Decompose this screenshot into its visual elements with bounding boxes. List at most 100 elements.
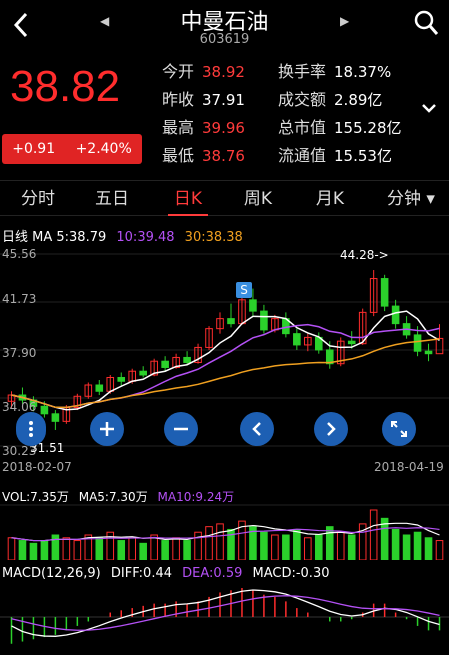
volume-bar (314, 534, 323, 560)
tab-3[interactable]: 周K (228, 181, 288, 217)
ma5-label: 日线 MA 5: (2, 230, 70, 245)
stock-code: 603619 (199, 32, 250, 47)
y-axis-2: 41.73 (2, 292, 37, 306)
expand-icon (391, 421, 407, 437)
volume-ma5-line (11, 522, 440, 542)
header: ◀ 中曼石油 603619 ▶ (0, 0, 449, 52)
tab-4[interactable]: 月K (302, 181, 358, 217)
zoom-out-button[interactable] (164, 412, 198, 446)
ma30-line (11, 338, 440, 409)
stat-value: 38.92 (202, 63, 245, 81)
volume-bar (7, 537, 16, 560)
expand-button[interactable] (419, 98, 439, 118)
volume-bar (304, 537, 312, 560)
minus-icon (174, 427, 188, 431)
macd-chart[interactable] (0, 582, 449, 652)
volume-bar (413, 531, 422, 560)
volume-bar (424, 537, 433, 560)
volume-bar (139, 542, 147, 560)
end-date: 2018-04-19 (374, 460, 444, 474)
candle-body (391, 305, 400, 325)
stat-value: 15.53亿 (334, 147, 392, 165)
candle-body (51, 413, 60, 422)
scroll-left-button[interactable] (240, 412, 274, 446)
volume-ma10-line (11, 527, 440, 542)
stat-label: 流通值 (278, 146, 327, 165)
volume-bar (161, 540, 169, 560)
zoom-in-button[interactable] (90, 412, 124, 446)
volume-bar (325, 526, 334, 560)
search-button[interactable] (411, 8, 441, 38)
stat-label: 最高 (162, 118, 195, 137)
ma10-value: 10:39.48 (116, 230, 175, 245)
period-tabs: 分时 五日 日K 周K 月K 分钟 ▾ (0, 180, 449, 216)
stat-label: 成交额 (278, 90, 327, 109)
volume-bar (18, 540, 27, 560)
stat-label: 总市值 (278, 118, 327, 137)
ma30-value: 30:38.38 (184, 230, 243, 245)
candle-body (227, 318, 235, 325)
change-percent: +2.40% (75, 141, 132, 157)
signal-badge[interactable]: S (236, 282, 252, 298)
stat-row: 换手率 18.37% (278, 58, 391, 82)
stat-row: 最低 38.76 (162, 142, 245, 166)
tab-0[interactable]: 分时 (10, 181, 66, 217)
candle-body (249, 299, 257, 312)
volume-bar (51, 534, 60, 560)
candle-body (40, 405, 49, 415)
tab-2[interactable]: 日K (160, 181, 216, 217)
change-value: +0.91 (12, 141, 56, 157)
more-button[interactable] (16, 412, 46, 446)
stat-row: 总市值 155.28亿 (278, 114, 402, 138)
volume-bar (435, 540, 444, 560)
ma-legend: 日线 MA 5:38.79 10:39.48 30:38.38 (2, 226, 243, 245)
volume-bar (205, 526, 213, 560)
macd-legend: MACD(12,26,9) DIFF:0.44 DEA:0.59 MACD:-0… (2, 566, 329, 581)
macd-diff: DIFF:0.44 (110, 566, 172, 581)
search-icon (414, 10, 439, 35)
volume-ma5: MA5:7.30万 (78, 490, 148, 504)
volume-bar (271, 534, 279, 560)
candle-body (117, 376, 126, 382)
volume-bar (150, 534, 158, 560)
macd-diff-line (11, 589, 440, 637)
stat-row: 今开 38.92 (162, 58, 245, 82)
volume-bar (172, 537, 180, 560)
volume-bar (391, 528, 400, 560)
tab-5[interactable]: 分钟 ▾ (376, 181, 446, 217)
stat-row: 流通值 15.53亿 (278, 142, 392, 166)
volume-chart[interactable] (0, 504, 449, 560)
macd-label: MACD(12,26,9) (2, 566, 101, 581)
stat-value: 2.89亿 (334, 91, 383, 109)
next-stock-button[interactable]: ▶ (340, 14, 349, 28)
candle-body (424, 350, 433, 355)
volume-bar (347, 534, 356, 560)
ma10-line (11, 323, 440, 409)
volume-bar (95, 537, 104, 560)
volume-bar (402, 534, 411, 560)
start-date: 2018-02-07 (2, 460, 72, 474)
stat-label: 今开 (162, 62, 195, 81)
more-vertical-icon (29, 421, 33, 437)
candle-body (413, 334, 422, 352)
chevron-down-icon (422, 104, 436, 113)
volume-bar (336, 531, 345, 560)
y-axis-top: 45.56 (2, 247, 37, 261)
stat-row: 最高 39.96 (162, 114, 245, 138)
y-axis-3: 37.90 (2, 346, 37, 360)
volume-value: VOL:7.35万 (2, 490, 69, 504)
candle-body (435, 337, 444, 355)
volume-bar (117, 540, 126, 560)
candle-body (161, 360, 169, 368)
chevron-right-icon (327, 422, 336, 436)
volume-bar (216, 523, 224, 560)
candle-body (293, 333, 301, 346)
fullscreen-button[interactable] (382, 412, 416, 446)
high-marker: 44.28-> (340, 248, 389, 262)
scroll-right-button[interactable] (314, 412, 348, 446)
candle-body (260, 310, 268, 331)
stat-row: 成交额 2.89亿 (278, 86, 382, 110)
tab-1[interactable]: 五日 (82, 181, 142, 217)
stat-value: 18.37% (334, 63, 392, 81)
volume-bar (260, 531, 268, 560)
